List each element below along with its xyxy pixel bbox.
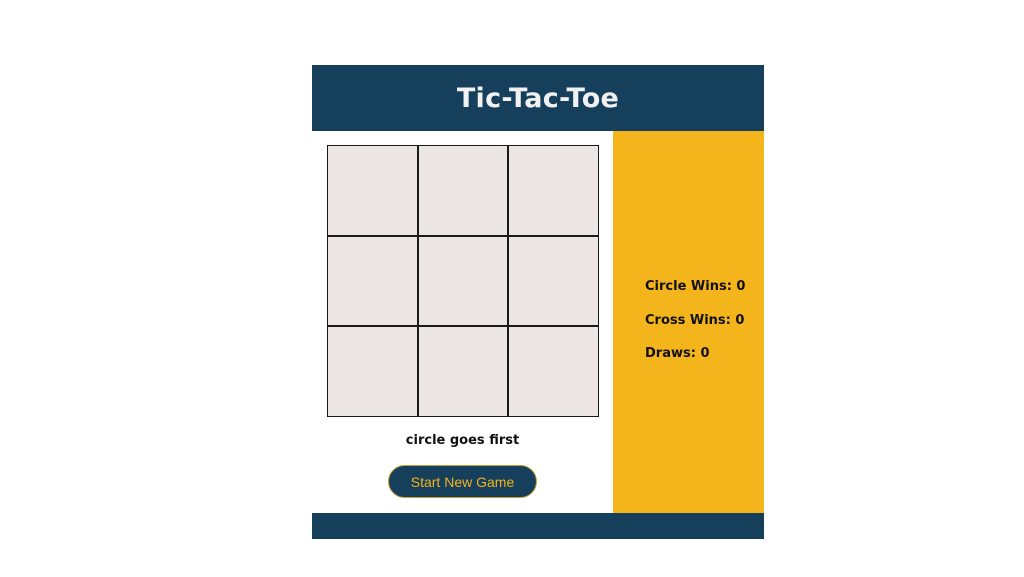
header-bar: Tic-Tac-Toe <box>312 65 764 131</box>
scoreboard-panel: Circle Wins: 0 Cross Wins: 0 Draws: 0 <box>613 131 764 513</box>
board-cell-4[interactable] <box>328 236 417 326</box>
page-title: Tic-Tac-Toe <box>456 82 620 114</box>
game-board <box>327 145 599 417</box>
footer-bar <box>312 513 764 539</box>
board-cell-7[interactable] <box>328 327 417 416</box>
board-cell-5[interactable] <box>418 236 508 326</box>
game-container: Tic-Tac-Toe circle goes first Start New … <box>312 65 764 539</box>
draws-label: Draws: 0 <box>645 346 710 361</box>
start-new-game-button[interactable]: Start New Game <box>388 465 537 498</box>
board-cell-3[interactable] <box>509 146 598 235</box>
board-cell-2[interactable] <box>418 146 508 235</box>
board-cell-1[interactable] <box>328 146 417 235</box>
game-area: circle goes first Start New Game <box>312 131 613 513</box>
circle-wins-label: Circle Wins: 0 <box>645 279 746 294</box>
board-cell-8[interactable] <box>418 327 508 416</box>
board-cell-6[interactable] <box>509 236 598 326</box>
status-message: circle goes first <box>405 433 520 448</box>
cross-wins-label: Cross Wins: 0 <box>645 313 745 328</box>
board-cell-9[interactable] <box>509 327 598 416</box>
